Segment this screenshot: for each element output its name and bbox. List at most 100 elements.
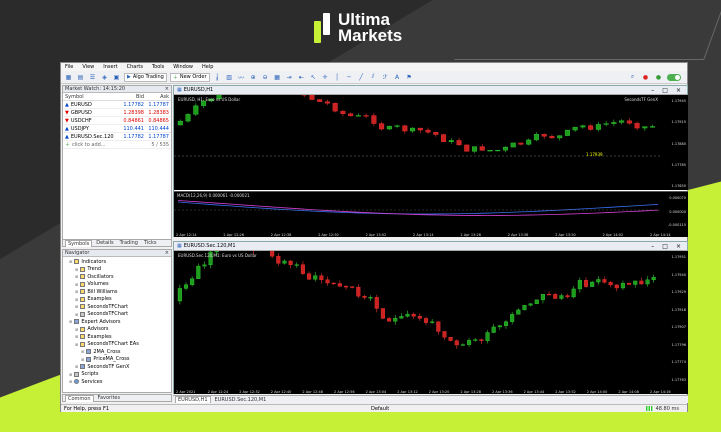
trendline-icon[interactable]: ╱: [357, 73, 366, 82]
market-watch-row[interactable]: ▲ EURUSD 1.17782 1.17787: [63, 101, 171, 109]
algo-trading-button[interactable]: ▶ Algo Trading: [124, 72, 167, 82]
expand-icon[interactable]: ⊞: [75, 267, 78, 272]
signal-icon[interactable]: ●: [654, 73, 663, 82]
text-icon[interactable]: A: [393, 73, 402, 82]
add-symbol-row[interactable]: ＋ click to add... 5 / 535: [63, 141, 171, 149]
chart-shift-icon[interactable]: ⇤: [297, 73, 306, 82]
close-icon[interactable]: ×: [676, 87, 681, 94]
candles-icon[interactable]: ▥: [225, 73, 234, 82]
new-chart-icon[interactable]: ▦: [64, 73, 73, 82]
menu-charts[interactable]: Charts: [127, 64, 143, 70]
navigator-item[interactable]: ⊞ Examples: [63, 333, 171, 341]
cursor-icon[interactable]: ↖: [309, 73, 318, 82]
tab-chart-sec120[interactable]: EURUSD.Sec.120,M1: [213, 397, 269, 403]
column-bid[interactable]: Bid: [121, 94, 146, 100]
tab-ticks[interactable]: Ticks: [142, 240, 159, 246]
navigator-item[interactable]: ⊞ Advisors: [63, 326, 171, 334]
expand-icon[interactable]: ⊞: [75, 327, 78, 332]
maximize-icon[interactable]: □: [662, 87, 668, 94]
market-watch-row[interactable]: ▲ USDJPY 110.441 110.444: [63, 125, 171, 133]
candle-body: [380, 308, 385, 319]
navigator-item[interactable]: ⊞ Indicators: [63, 258, 171, 266]
menu-tools[interactable]: Tools: [152, 64, 164, 70]
notifications-icon[interactable]: ●: [641, 73, 650, 82]
autoscroll-icon[interactable]: ⇥: [285, 73, 294, 82]
channel-icon[interactable]: ⫽: [369, 73, 378, 82]
expand-icon[interactable]: ⊞: [81, 357, 84, 362]
navigator-item[interactable]: ⊞ Volumes: [63, 281, 171, 289]
price-plot[interactable]: EURUSD.Sec.120,M1: Euro vs US Dollar 1.1…: [174, 251, 688, 384]
navigator-item[interactable]: ⊞ SecondsTFChart EAs: [63, 341, 171, 349]
menu-window[interactable]: Window: [173, 64, 193, 70]
market-watch-row[interactable]: ▲ EURUSD.Sec.120 1.17782 1.17787: [63, 133, 171, 141]
minimize-icon[interactable]: –: [651, 87, 654, 94]
expand-icon[interactable]: ⊞: [69, 372, 72, 377]
maximize-icon[interactable]: □: [662, 243, 668, 250]
macd-plot[interactable]: MACD(12,26,9) 0.000061 -0.000021 0.00007…: [174, 191, 688, 229]
navigator-item[interactable]: ⊞ 2MA_Cross: [63, 348, 171, 356]
close-icon[interactable]: ×: [165, 86, 169, 92]
line-chart-icon[interactable]: 〰: [237, 73, 246, 82]
tile-icon[interactable]: ▦: [273, 73, 282, 82]
navigator-icon[interactable]: ◈: [100, 73, 109, 82]
navigator-item[interactable]: ⊞ SecondsTFChart: [63, 303, 171, 311]
price-plot[interactable]: EURUSD, H1: Euro vs US Dollar SecondsTF …: [174, 95, 688, 190]
bar-chart-icon[interactable]: ╽: [213, 73, 222, 82]
candle-body: [332, 103, 338, 112]
navigator-item[interactable]: ⊞ Services: [63, 378, 171, 386]
close-icon[interactable]: ×: [165, 250, 169, 256]
new-order-button[interactable]: ＋ New Order: [169, 72, 210, 82]
expand-icon[interactable]: ⊞: [75, 289, 78, 294]
navigator-item[interactable]: ⊞ Scripts: [63, 371, 171, 379]
vline-icon[interactable]: │: [333, 73, 342, 82]
expand-icon[interactable]: ⊞: [69, 319, 72, 324]
navigator-item[interactable]: ⊞ Expert Advisors: [63, 318, 171, 326]
search-icon[interactable]: ⌕: [628, 73, 637, 82]
tab-chart-h1[interactable]: EURUSD,H1: [175, 396, 211, 403]
menu-view[interactable]: View: [82, 64, 94, 70]
expand-icon[interactable]: ⊞: [75, 297, 78, 302]
navigator-item[interactable]: ⊞ Oscillators: [63, 273, 171, 281]
market-watch-icon[interactable]: ☰: [88, 73, 97, 82]
expand-icon[interactable]: ⊞: [69, 379, 72, 384]
navigator-item[interactable]: ⊞ PriceMA_Cross: [63, 356, 171, 364]
expand-icon[interactable]: ⊞: [75, 282, 78, 287]
expand-icon[interactable]: ⊞: [69, 259, 72, 264]
expand-icon[interactable]: ⊞: [75, 274, 78, 279]
profiles-icon[interactable]: ▤: [76, 73, 85, 82]
menu-help[interactable]: Help: [202, 64, 213, 70]
menu-file[interactable]: File: [65, 64, 73, 70]
crosshair-icon[interactable]: ✛: [321, 73, 330, 82]
fibo-icon[interactable]: ℱ: [381, 73, 390, 82]
navigator-item[interactable]: ⊞ SecondsTF GenX: [63, 363, 171, 371]
expand-icon[interactable]: ⊞: [75, 312, 78, 317]
tab-common[interactable]: Common: [65, 394, 94, 402]
navigator-item-label: SecondsTFChart EAs: [87, 341, 139, 348]
expand-icon[interactable]: ⊞: [75, 364, 78, 369]
expand-icon[interactable]: ⊞: [75, 334, 78, 339]
navigator-item[interactable]: ⊞ Bill Williams: [63, 288, 171, 296]
zoom-out-icon[interactable]: ⊖: [261, 73, 270, 82]
expand-icon[interactable]: ⊞: [81, 349, 84, 354]
tab-trading[interactable]: Trading: [118, 240, 140, 246]
minimize-icon[interactable]: –: [651, 243, 654, 250]
market-watch-row[interactable]: ▼ GBPUSD 1.28398 1.28383: [63, 109, 171, 117]
menu-insert[interactable]: Insert: [103, 64, 117, 70]
navigator-item[interactable]: ⊞ Trend: [63, 266, 171, 274]
expand-icon[interactable]: ⊞: [75, 342, 78, 347]
close-icon[interactable]: ×: [676, 243, 681, 250]
navigator-item[interactable]: ⊞ SecondsTFChart: [63, 311, 171, 319]
tab-symbols[interactable]: Symbols: [65, 239, 93, 247]
market-watch-row[interactable]: ▼ USDCHF 0.84861 0.84865: [63, 117, 171, 125]
expand-icon[interactable]: ⊞: [75, 304, 78, 309]
column-ask[interactable]: Ask: [146, 94, 171, 100]
column-symbol[interactable]: Symbol: [63, 94, 121, 100]
data-window-icon[interactable]: ▣: [112, 73, 121, 82]
connection-toggle[interactable]: [667, 73, 681, 81]
tab-details[interactable]: Details: [94, 240, 115, 246]
shapes-icon[interactable]: ⚑: [405, 73, 414, 82]
hline-icon[interactable]: ─: [345, 73, 354, 82]
navigator-item[interactable]: ⊞ Examples: [63, 296, 171, 304]
zoom-in-icon[interactable]: ⊕: [249, 73, 258, 82]
tab-favorites[interactable]: Favorites: [96, 395, 123, 401]
